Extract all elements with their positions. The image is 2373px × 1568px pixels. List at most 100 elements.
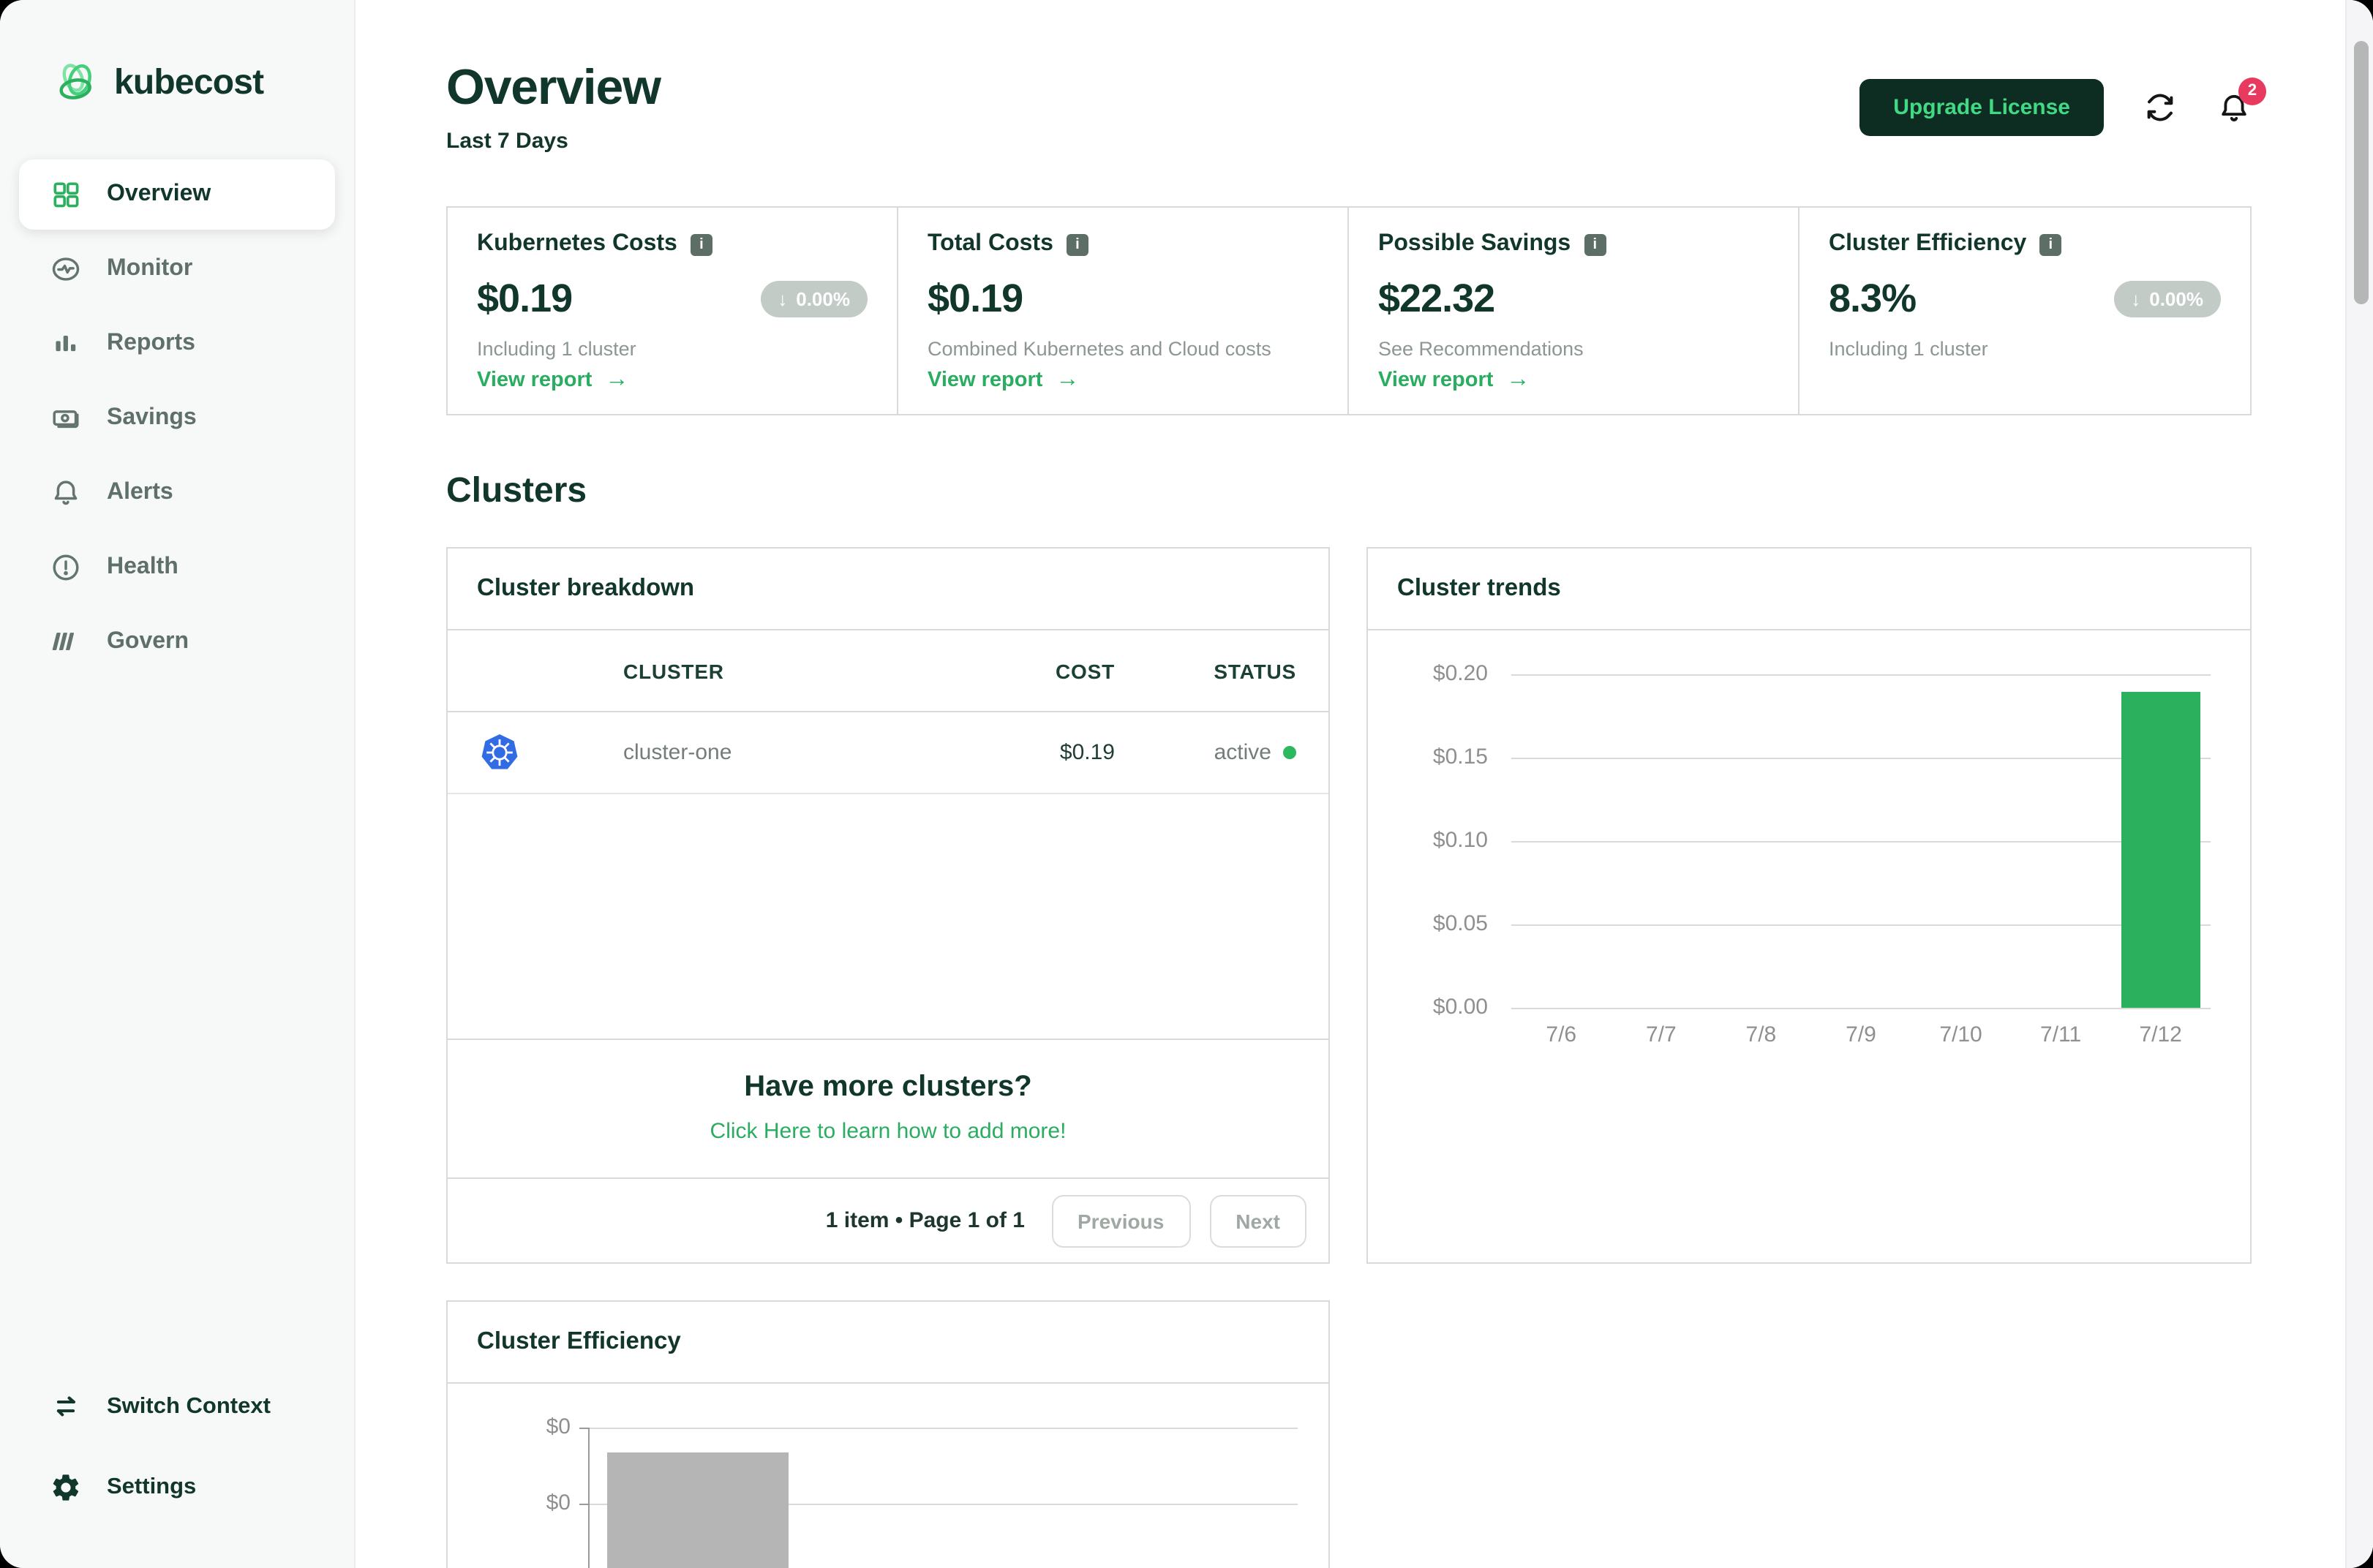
y-tick-label: $0.10: [1432, 828, 1488, 853]
x-tick-label: 7/8: [1745, 1022, 1777, 1048]
y-gridline: [1511, 924, 2211, 927]
refresh-button[interactable]: [2143, 91, 2177, 124]
clusters-heading: Clusters: [446, 471, 587, 511]
info-icon[interactable]: i: [1584, 233, 1606, 256]
add-clusters-promo: Have more clusters? Click Here to learn …: [448, 1039, 1328, 1178]
next-page-button[interactable]: Next: [1209, 1194, 1306, 1248]
refresh-icon: [2143, 94, 2177, 129]
table-row[interactable]: cluster-one $0.19 active: [448, 713, 1328, 795]
page-header: Overview Last 7 Days Upgrade License 2: [446, 60, 2266, 154]
x-tick-label: 7/10: [1939, 1022, 1982, 1048]
y-axis-tick: [579, 1504, 588, 1506]
bell-icon: [50, 477, 82, 509]
cluster-breakdown-panel: Cluster breakdown CLUSTER COST STATUS cl…: [446, 547, 1330, 1264]
gear-icon: [50, 1471, 82, 1504]
upgrade-license-button[interactable]: Upgrade License: [1859, 79, 2104, 136]
delta-pill: ↓ 0.00%: [760, 281, 868, 318]
cluster-status: active: [1124, 741, 1328, 766]
x-tick-label: 7/9: [1846, 1022, 1876, 1048]
cluster-name: cluster-one: [623, 740, 732, 766]
settings-label: Settings: [107, 1474, 197, 1499]
stat-title: Total Costs: [928, 231, 1053, 257]
stat-value: 8.3%: [1829, 276, 1917, 321]
x-tick-label: 7/12: [2139, 1022, 2182, 1048]
status-dot: [1283, 746, 1296, 760]
stat-value: $0.19: [928, 276, 1023, 321]
scale-wrapper: kubecost Overview Monitor Reports Saving…: [0, 0, 2373, 1568]
column-header-cost: COST: [1056, 659, 1115, 683]
efficiency-bar: [607, 1452, 789, 1568]
sidebar-item-monitor[interactable]: Monitor: [19, 234, 335, 304]
stat-card-kubernetes-costs: Kubernetes Costs i $0.19 ↓ 0.00% Includin…: [448, 208, 898, 415]
sidebar-item-label: Alerts: [107, 480, 173, 505]
arrow-right-icon: →: [605, 367, 629, 393]
view-report-link[interactable]: View report →: [477, 368, 868, 394]
sidebar-item-label: Savings: [107, 405, 197, 430]
switch-context-button[interactable]: Switch Context: [19, 1369, 335, 1445]
settings-button[interactable]: Settings: [19, 1450, 335, 1526]
sidebar-nav: Overview Monitor Reports Savings Alerts …: [0, 155, 354, 682]
view-report-link[interactable]: View report →: [928, 368, 1318, 394]
column-header-status: STATUS: [1214, 659, 1296, 683]
cluster-efficiency-title: Cluster Efficiency: [448, 1303, 1328, 1384]
arrow-right-icon: →: [1506, 367, 1530, 393]
stat-subtext: Combined Kubernetes and Cloud costs: [928, 338, 1271, 361]
view-report-link[interactable]: View report →: [1378, 368, 1769, 394]
sidebar-item-savings[interactable]: Savings: [19, 383, 335, 453]
y-tick-label: $0.20: [1432, 661, 1488, 687]
stat-value: $22.32: [1378, 276, 1495, 321]
add-clusters-link[interactable]: Click Here to learn how to add more!: [448, 1120, 1328, 1145]
info-icon[interactable]: i: [1066, 233, 1088, 256]
sidebar-item-overview[interactable]: Overview: [19, 159, 335, 230]
cluster-trends-title: Cluster trends: [1368, 549, 2250, 631]
x-tick-label: 7/7: [1645, 1022, 1677, 1048]
notification-count-badge: 2: [2238, 77, 2266, 105]
switch-arrows-icon: [50, 1391, 82, 1423]
brand-name: kubecost: [114, 63, 264, 102]
banknote-icon: [50, 402, 82, 434]
notifications-button[interactable]: 2: [2216, 77, 2266, 125]
kubernetes-icon: [479, 734, 519, 773]
sidebar-item-label: Overview: [107, 181, 211, 206]
sidebar-item-health[interactable]: Health: [19, 532, 335, 603]
sidebar-item-alerts[interactable]: Alerts: [19, 458, 335, 528]
y-gridline: [1511, 1008, 2211, 1010]
sidebar-item-label: Monitor: [107, 256, 193, 281]
kubecost-logo-icon: [56, 61, 99, 105]
sidebar-footer: Switch Context Settings: [0, 1365, 354, 1568]
pulse-oval-icon: [50, 253, 82, 285]
stat-card-possible-savings: Possible Savings i $22.32 See Recommenda…: [1349, 208, 1800, 415]
info-icon[interactable]: i: [690, 233, 712, 256]
y-gridline: [1511, 841, 2211, 843]
table-empty-space: [448, 795, 1328, 1039]
page-title: Overview: [446, 60, 661, 116]
cluster-efficiency-panel: Cluster Efficiency $0 $0: [446, 1300, 1330, 1568]
x-tick-label: 7/6: [1546, 1022, 1577, 1048]
view-report-placeholder: [1829, 368, 2221, 394]
info-icon[interactable]: i: [2039, 233, 2062, 256]
stat-title: Cluster Efficiency: [1829, 231, 2027, 257]
sidebar-item-govern[interactable]: Govern: [19, 607, 335, 677]
stat-title: Possible Savings: [1378, 231, 1571, 257]
x-tick-label: 7/11: [2040, 1022, 2082, 1048]
stat-card-cluster-efficiency: Cluster Efficiency i 8.3% ↓ 0.00% Includi…: [1800, 208, 2250, 415]
arrow-down-icon: ↓: [778, 288, 788, 311]
y-tick-label: $0: [546, 1490, 571, 1516]
stat-subtext: See Recommendations: [1378, 338, 1584, 361]
cluster-breakdown-title: Cluster breakdown: [448, 549, 1328, 631]
notification-bell-icon: [2216, 94, 2252, 129]
table-header-row: CLUSTER COST STATUS: [448, 631, 1328, 713]
scrollbar-thumb[interactable]: [2353, 41, 2368, 304]
sidebar-item-reports[interactable]: Reports: [19, 309, 335, 379]
stat-cards-row: Kubernetes Costs i $0.19 ↓ 0.00% Includin…: [446, 206, 2252, 416]
bar-chart-icon: [50, 328, 82, 360]
cluster-trends-chart: $0.20 $0.15 $0.10 $0.05 $0.00 7/6 7/7 7/8 7/9 7/1…: [1368, 631, 2250, 1263]
y-gridline: [588, 1428, 1298, 1430]
sidebar: kubecost Overview Monitor Reports Saving…: [0, 0, 356, 1568]
arrow-down-icon: ↓: [2131, 288, 2141, 311]
kubecost-logo[interactable]: kubecost: [56, 61, 354, 105]
previous-page-button[interactable]: Previous: [1051, 1194, 1191, 1248]
trends-plot: $0.20 $0.15 $0.10 $0.05 $0.00 7/6 7/7 7/8 7/9 7/1…: [1433, 662, 2211, 1048]
scrollbar-track[interactable]: [2345, 0, 2373, 1568]
sidebar-item-label: Govern: [107, 629, 189, 654]
